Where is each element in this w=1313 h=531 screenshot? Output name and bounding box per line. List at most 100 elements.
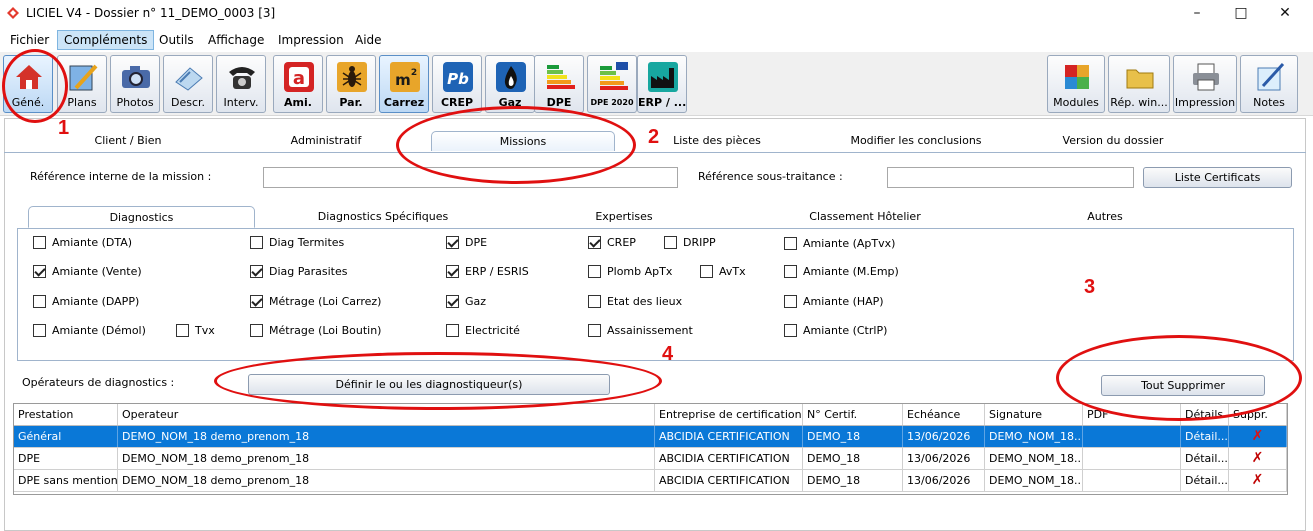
toolbar-intervenant-button[interactable]: Interv. [216,55,266,113]
checkbox-etat-des-lieux[interactable]: Etat des lieux [588,293,682,309]
checkbox-box[interactable] [446,323,459,337]
toolbar-description-button[interactable]: Descr. [163,55,213,113]
subtab-diagnostics-specifiques[interactable]: Diagnostics Spécifiques [300,206,466,228]
checkbox-box[interactable] [588,264,601,278]
toolbar-erp-button[interactable]: ERP / ... [637,55,687,113]
toolbar-crep-button[interactable]: Pb CREP [432,55,482,113]
tout-supprimer-button[interactable]: Tout Supprimer [1101,375,1265,396]
checkbox-box[interactable] [250,323,263,337]
column-header[interactable]: PDF [1083,404,1181,425]
checkbox-box[interactable] [446,264,459,278]
tab-missions[interactable]: Missions [431,131,615,151]
toolbar-dpe2020-button[interactable]: DPE 2020 [587,55,637,113]
checkbox-box[interactable] [784,323,797,337]
checkbox-box[interactable] [33,294,46,308]
toolbar-repertoire-button[interactable]: Rép. win... [1108,55,1170,113]
checkbox-diag-termites[interactable]: Diag Termites [250,234,344,250]
checkbox-box[interactable] [664,235,677,249]
checkbox-amiante-memp[interactable]: Amiante (M.Emp) [784,263,899,279]
ref-sous-traitance-input[interactable] [887,167,1134,188]
delete-icon[interactable]: ✗ [1229,448,1287,469]
checkbox-amiante-vente[interactable]: Amiante (Vente) [33,263,142,279]
column-header[interactable]: Signature [985,404,1083,425]
toolbar-carrez-button[interactable]: m2 Carrez [379,55,429,113]
cell-pdf[interactable] [1083,470,1181,491]
checkbox-box[interactable] [446,235,459,249]
details-link[interactable]: Détail... [1181,448,1229,469]
toolbar-dpe-button[interactable]: DPE [534,55,584,113]
column-header[interactable]: Prestation [14,404,118,425]
checkbox-gaz[interactable]: Gaz [446,293,486,309]
checkbox-dripp[interactable]: DRIPP [664,234,716,250]
checkbox-electricite[interactable]: Electricité [446,322,520,338]
table-row[interactable]: Général DEMO_NOM_18 demo_prenom_18 ABCID… [14,426,1287,448]
maximize-button[interactable]: □ [1219,2,1263,24]
tab-liste-pieces[interactable]: Liste des pièces [662,131,772,151]
checkbox-box[interactable] [250,235,263,249]
checkbox-amiante-hap[interactable]: Amiante (HAP) [784,293,884,309]
checkbox-amiante-dta[interactable]: Amiante (DTA) [33,234,132,250]
menu-fichier[interactable]: Fichier [4,30,55,50]
tab-version-dossier[interactable]: Version du dossier [1058,131,1168,151]
column-header[interactable]: Entreprise de certification [655,404,803,425]
toolbar-parasites-button[interactable]: Par. [326,55,376,113]
cell-pdf[interactable] [1083,426,1181,447]
menu-impression[interactable]: Impression [272,30,350,50]
subtab-diagnostics[interactable]: Diagnostics [28,206,255,228]
checkbox-assainissement[interactable]: Assainissement [588,322,693,338]
tab-administratif[interactable]: Administratif [270,131,382,151]
checkbox-box[interactable] [784,264,797,278]
checkbox-box[interactable] [33,264,46,278]
checkbox-box[interactable] [33,235,46,249]
checkbox-avtx[interactable]: AvTx [700,263,746,279]
subtab-classement-hotelier[interactable]: Classement Hôtelier [800,206,930,228]
subtab-expertises[interactable]: Expertises [584,206,664,228]
details-link[interactable]: Détail... [1181,426,1229,447]
checkbox-diag-parasites[interactable]: Diag Parasites [250,263,348,279]
close-button[interactable]: ✕ [1263,2,1307,24]
checkbox-amiante-demol[interactable]: Amiante (Démol) [33,322,146,338]
checkbox-amiante-dapp[interactable]: Amiante (DAPP) [33,293,139,309]
checkbox-tvx[interactable]: Tvx [176,322,215,338]
toolbar-notes-button[interactable]: Notes [1240,55,1298,113]
liste-certificats-button[interactable]: Liste Certificats [1143,167,1292,188]
menu-affichage[interactable]: Affichage [202,30,270,50]
menu-outils[interactable]: Outils [153,30,200,50]
subtab-autres[interactable]: Autres [1075,206,1135,228]
table-row[interactable]: DPE sans mention DEMO_NOM_18 demo_prenom… [14,470,1287,492]
delete-icon[interactable]: ✗ [1229,470,1287,491]
checkbox-box[interactable] [784,236,797,250]
cell-pdf[interactable] [1083,448,1181,469]
column-header[interactable]: Echéance [903,404,985,425]
table-row[interactable]: DPE DEMO_NOM_18 demo_prenom_18 ABCIDIA C… [14,448,1287,470]
define-diagnostiqueurs-button[interactable]: Définir le ou les diagnostiqueur(s) [248,374,610,395]
ref-interne-input[interactable] [263,167,678,188]
toolbar-plans-button[interactable]: Plans [57,55,107,113]
checkbox-metrage-boutin[interactable]: Métrage (Loi Boutin) [250,322,381,338]
checkbox-box[interactable] [588,235,601,249]
checkbox-plomb-aptx[interactable]: Plomb ApTx [588,263,672,279]
toolbar-photos-button[interactable]: Photos [110,55,160,113]
minimize-button[interactable]: – [1175,2,1219,24]
checkbox-box[interactable] [446,294,459,308]
checkbox-amiante-ctrlp[interactable]: Amiante (CtrlP) [784,322,887,338]
checkbox-box[interactable] [588,323,601,337]
menu-complements[interactable]: Compléments [57,30,155,50]
column-header[interactable]: Détails [1181,404,1229,425]
toolbar-general-button[interactable]: Géné. [3,55,53,113]
delete-icon[interactable]: ✗ [1229,426,1287,447]
checkbox-box[interactable] [700,264,713,278]
column-header[interactable]: Operateur [118,404,655,425]
toolbar-modules-button[interactable]: Modules [1047,55,1105,113]
checkbox-erp-esris[interactable]: ERP / ESRIS [446,263,529,279]
column-header[interactable]: Suppr. [1229,404,1287,425]
checkbox-box[interactable] [176,323,189,337]
details-link[interactable]: Détail... [1181,470,1229,491]
tab-modifier-conclusions[interactable]: Modifier les conclusions [846,131,986,151]
checkbox-metrage-carrez[interactable]: Métrage (Loi Carrez) [250,293,381,309]
tab-client-bien[interactable]: Client / Bien [70,131,186,151]
checkbox-box[interactable] [250,294,263,308]
checkbox-crep[interactable]: CREP [588,234,636,250]
column-header[interactable]: N° Certif. [803,404,903,425]
checkbox-amiante-aptvx[interactable]: Amiante (ApTvx) [784,235,895,251]
